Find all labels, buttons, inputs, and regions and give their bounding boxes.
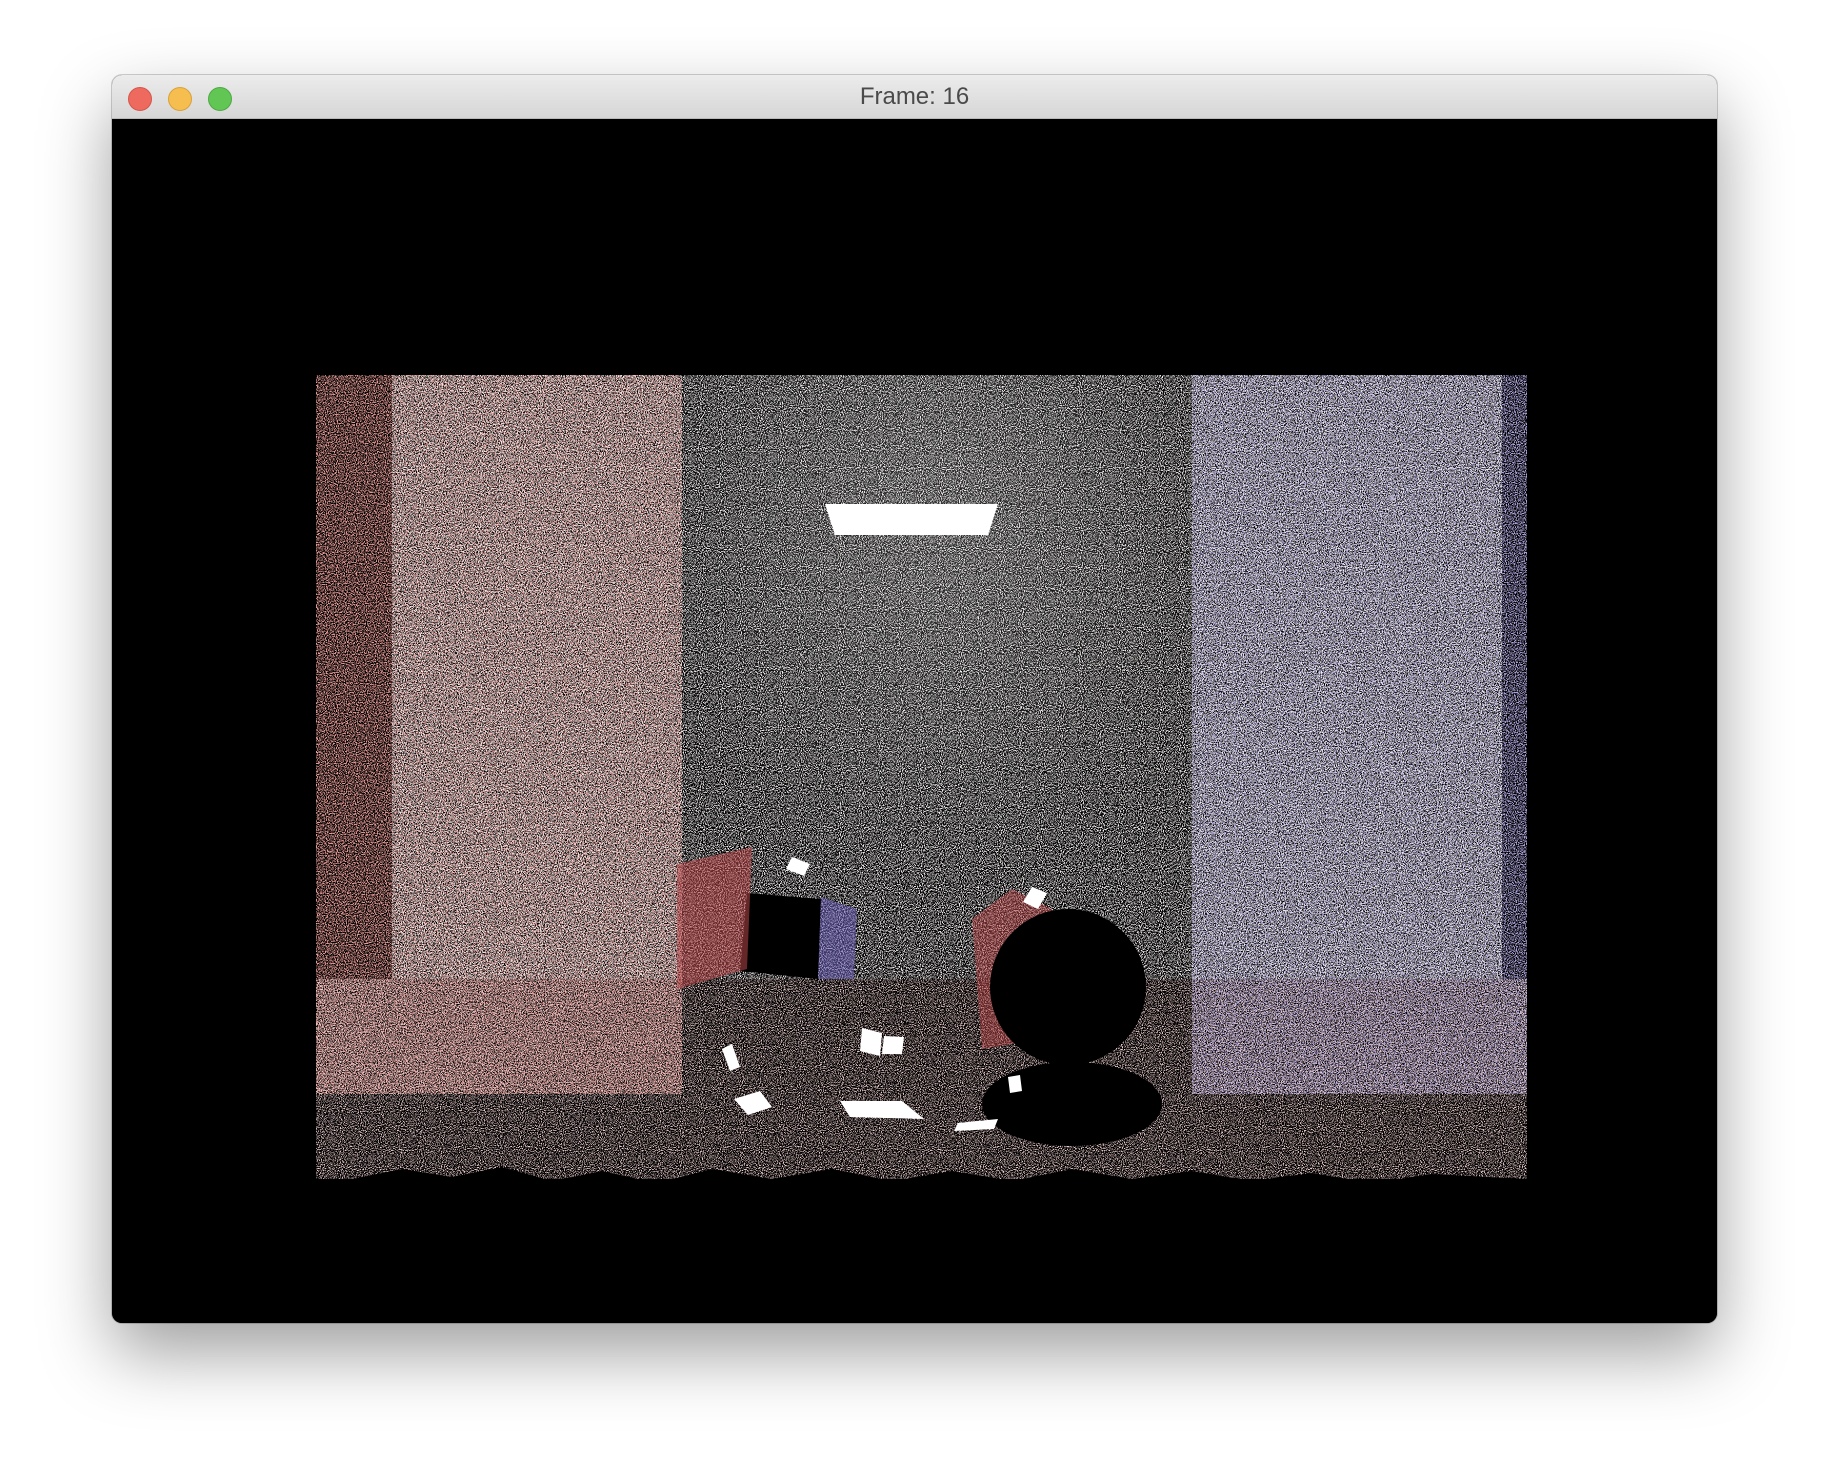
window-title: Frame: 16 xyxy=(859,83,970,110)
ceiling-light xyxy=(825,504,998,535)
caustic-2 xyxy=(882,1036,904,1054)
render-viewport xyxy=(112,119,1717,1323)
app-window[interactable]: Frame: 16 xyxy=(112,75,1717,1323)
left-box xyxy=(740,893,821,979)
render-canvas xyxy=(316,375,1527,1323)
desktop: Frame: 16 xyxy=(0,0,1824,1468)
caustic-6 xyxy=(1008,1075,1022,1093)
left-box-reflection xyxy=(818,897,857,979)
sphere xyxy=(990,909,1146,1065)
ceiling-glow xyxy=(682,375,1192,975)
sphere-shadow xyxy=(982,1062,1162,1146)
title-bar[interactable]: Frame: 16 xyxy=(112,75,1717,119)
left-box-shade xyxy=(677,847,752,989)
caustic-1 xyxy=(860,1028,882,1056)
floor-edge xyxy=(316,1167,1527,1323)
